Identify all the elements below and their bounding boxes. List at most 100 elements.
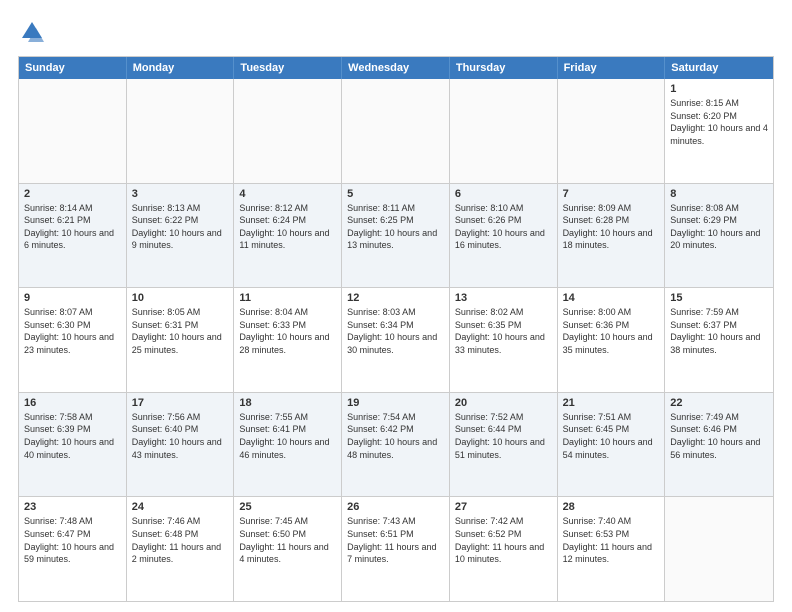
calendar-cell [19, 79, 127, 183]
calendar-cell: 13 Sunrise: 8:02 AM Sunset: 6:35 PM Dayli… [450, 288, 558, 392]
calendar-cell: 23 Sunrise: 7:48 AM Sunset: 6:47 PM Dayli… [19, 497, 127, 601]
day-info: Sunrise: 8:08 AM Sunset: 6:29 PM Dayligh… [670, 202, 768, 252]
page: SundayMondayTuesdayWednesdayThursdayFrid… [0, 0, 792, 612]
day-number: 7 [563, 188, 660, 200]
day-info: Sunrise: 7:46 AM Sunset: 6:48 PM Dayligh… [132, 515, 229, 565]
calendar-cell: 18 Sunrise: 7:55 AM Sunset: 6:41 PM Dayli… [234, 393, 342, 497]
calendar-body: 1 Sunrise: 8:15 AM Sunset: 6:20 PM Daylig… [19, 79, 773, 601]
day-number: 2 [24, 188, 121, 200]
day-info: Sunrise: 8:15 AM Sunset: 6:20 PM Dayligh… [670, 97, 768, 147]
calendar-cell: 4 Sunrise: 8:12 AM Sunset: 6:24 PM Daylig… [234, 184, 342, 288]
calendar-cell: 8 Sunrise: 8:08 AM Sunset: 6:29 PM Daylig… [665, 184, 773, 288]
day-number: 13 [455, 292, 552, 304]
day-info: Sunrise: 7:55 AM Sunset: 6:41 PM Dayligh… [239, 411, 336, 461]
day-info: Sunrise: 8:13 AM Sunset: 6:22 PM Dayligh… [132, 202, 229, 252]
day-number: 11 [239, 292, 336, 304]
calendar-header: SundayMondayTuesdayWednesdayThursdayFrid… [19, 57, 773, 79]
calendar-cell: 14Sunrise: 8:00 AM Sunset: 6:36 PM Dayli… [558, 288, 666, 392]
day-number: 26 [347, 501, 444, 513]
cal-header-day: Friday [558, 57, 666, 79]
day-number: 21 [563, 397, 660, 409]
day-info: Sunrise: 8:11 AM Sunset: 6:25 PM Dayligh… [347, 202, 444, 252]
day-info: Sunrise: 8:05 AM Sunset: 6:31 PM Dayligh… [132, 306, 229, 356]
calendar-cell: 15 Sunrise: 7:59 AM Sunset: 6:37 PM Dayli… [665, 288, 773, 392]
day-info: Sunrise: 7:52 AM Sunset: 6:44 PM Dayligh… [455, 411, 552, 461]
day-number: 25 [239, 501, 336, 513]
calendar-cell: 11 Sunrise: 8:04 AM Sunset: 6:33 PM Dayli… [234, 288, 342, 392]
day-number: 22 [670, 397, 768, 409]
day-info: Sunrise: 8:00 AM Sunset: 6:36 PM Dayligh… [563, 306, 660, 356]
day-info: Sunrise: 8:03 AM Sunset: 6:34 PM Dayligh… [347, 306, 444, 356]
day-number: 20 [455, 397, 552, 409]
calendar-cell: 28 Sunrise: 7:40 AM Sunset: 6:53 PM Dayli… [558, 497, 666, 601]
day-number: 16 [24, 397, 121, 409]
calendar-cell [558, 79, 666, 183]
day-number: 23 [24, 501, 121, 513]
day-info: Sunrise: 7:59 AM Sunset: 6:37 PM Dayligh… [670, 306, 768, 356]
calendar-cell: 21 Sunrise: 7:51 AM Sunset: 6:45 PM Dayli… [558, 393, 666, 497]
day-number: 12 [347, 292, 444, 304]
day-info: Sunrise: 7:45 AM Sunset: 6:50 PM Dayligh… [239, 515, 336, 565]
day-info: Sunrise: 8:14 AM Sunset: 6:21 PM Dayligh… [24, 202, 121, 252]
calendar-cell: 10 Sunrise: 8:05 AM Sunset: 6:31 PM Dayli… [127, 288, 235, 392]
day-number: 17 [132, 397, 229, 409]
day-number: 1 [670, 83, 768, 95]
calendar-cell: 16 Sunrise: 7:58 AM Sunset: 6:39 PM Dayli… [19, 393, 127, 497]
day-number: 4 [239, 188, 336, 200]
day-info: Sunrise: 8:04 AM Sunset: 6:33 PM Dayligh… [239, 306, 336, 356]
day-number: 10 [132, 292, 229, 304]
calendar-cell: 26 Sunrise: 7:43 AM Sunset: 6:51 PM Dayli… [342, 497, 450, 601]
calendar-cell: 25 Sunrise: 7:45 AM Sunset: 6:50 PM Dayli… [234, 497, 342, 601]
calendar-cell: 6Sunrise: 8:10 AM Sunset: 6:26 PM Daylig… [450, 184, 558, 288]
calendar-cell [127, 79, 235, 183]
calendar-cell: 24Sunrise: 7:46 AM Sunset: 6:48 PM Dayli… [127, 497, 235, 601]
calendar-row: 2 Sunrise: 8:14 AM Sunset: 6:21 PM Daylig… [19, 183, 773, 288]
calendar-row: 1 Sunrise: 8:15 AM Sunset: 6:20 PM Daylig… [19, 79, 773, 183]
calendar-cell: 3 Sunrise: 8:13 AM Sunset: 6:22 PM Daylig… [127, 184, 235, 288]
logo-icon [18, 18, 46, 46]
calendar-row: 9 Sunrise: 8:07 AM Sunset: 6:30 PM Daylig… [19, 287, 773, 392]
calendar-row: 23 Sunrise: 7:48 AM Sunset: 6:47 PM Dayli… [19, 496, 773, 601]
calendar-cell [234, 79, 342, 183]
calendar-cell: 2 Sunrise: 8:14 AM Sunset: 6:21 PM Daylig… [19, 184, 127, 288]
calendar-cell: 5 Sunrise: 8:11 AM Sunset: 6:25 PM Daylig… [342, 184, 450, 288]
day-number: 27 [455, 501, 552, 513]
calendar-cell: 7 Sunrise: 8:09 AM Sunset: 6:28 PM Daylig… [558, 184, 666, 288]
day-number: 6 [455, 188, 552, 200]
cal-header-day: Sunday [19, 57, 127, 79]
day-info: Sunrise: 8:07 AM Sunset: 6:30 PM Dayligh… [24, 306, 121, 356]
day-info: Sunrise: 8:12 AM Sunset: 6:24 PM Dayligh… [239, 202, 336, 252]
day-number: 28 [563, 501, 660, 513]
calendar-cell: 20 Sunrise: 7:52 AM Sunset: 6:44 PM Dayli… [450, 393, 558, 497]
day-number: 15 [670, 292, 768, 304]
cal-header-day: Tuesday [234, 57, 342, 79]
day-info: Sunrise: 7:48 AM Sunset: 6:47 PM Dayligh… [24, 515, 121, 565]
day-number: 3 [132, 188, 229, 200]
cal-header-day: Saturday [665, 57, 773, 79]
calendar-cell [665, 497, 773, 601]
day-info: Sunrise: 7:43 AM Sunset: 6:51 PM Dayligh… [347, 515, 444, 565]
day-info: Sunrise: 7:58 AM Sunset: 6:39 PM Dayligh… [24, 411, 121, 461]
day-info: Sunrise: 8:09 AM Sunset: 6:28 PM Dayligh… [563, 202, 660, 252]
calendar-cell: 19Sunrise: 7:54 AM Sunset: 6:42 PM Dayli… [342, 393, 450, 497]
calendar-cell: 1 Sunrise: 8:15 AM Sunset: 6:20 PM Daylig… [665, 79, 773, 183]
calendar-cell [450, 79, 558, 183]
day-number: 8 [670, 188, 768, 200]
cal-header-day: Wednesday [342, 57, 450, 79]
calendar-cell: 12 Sunrise: 8:03 AM Sunset: 6:34 PM Dayli… [342, 288, 450, 392]
calendar-cell: 9 Sunrise: 8:07 AM Sunset: 6:30 PM Daylig… [19, 288, 127, 392]
day-info: Sunrise: 7:51 AM Sunset: 6:45 PM Dayligh… [563, 411, 660, 461]
day-info: Sunrise: 7:40 AM Sunset: 6:53 PM Dayligh… [563, 515, 660, 565]
day-number: 5 [347, 188, 444, 200]
day-number: 18 [239, 397, 336, 409]
cal-header-day: Thursday [450, 57, 558, 79]
day-info: Sunrise: 7:54 AM Sunset: 6:42 PM Dayligh… [347, 411, 444, 461]
day-info: Sunrise: 8:02 AM Sunset: 6:35 PM Dayligh… [455, 306, 552, 356]
calendar: SundayMondayTuesdayWednesdayThursdayFrid… [18, 56, 774, 602]
day-info: Sunrise: 7:56 AM Sunset: 6:40 PM Dayligh… [132, 411, 229, 461]
header [18, 18, 774, 46]
calendar-cell: 27Sunrise: 7:42 AM Sunset: 6:52 PM Dayli… [450, 497, 558, 601]
day-info: Sunrise: 7:49 AM Sunset: 6:46 PM Dayligh… [670, 411, 768, 461]
day-number: 9 [24, 292, 121, 304]
calendar-cell [342, 79, 450, 183]
